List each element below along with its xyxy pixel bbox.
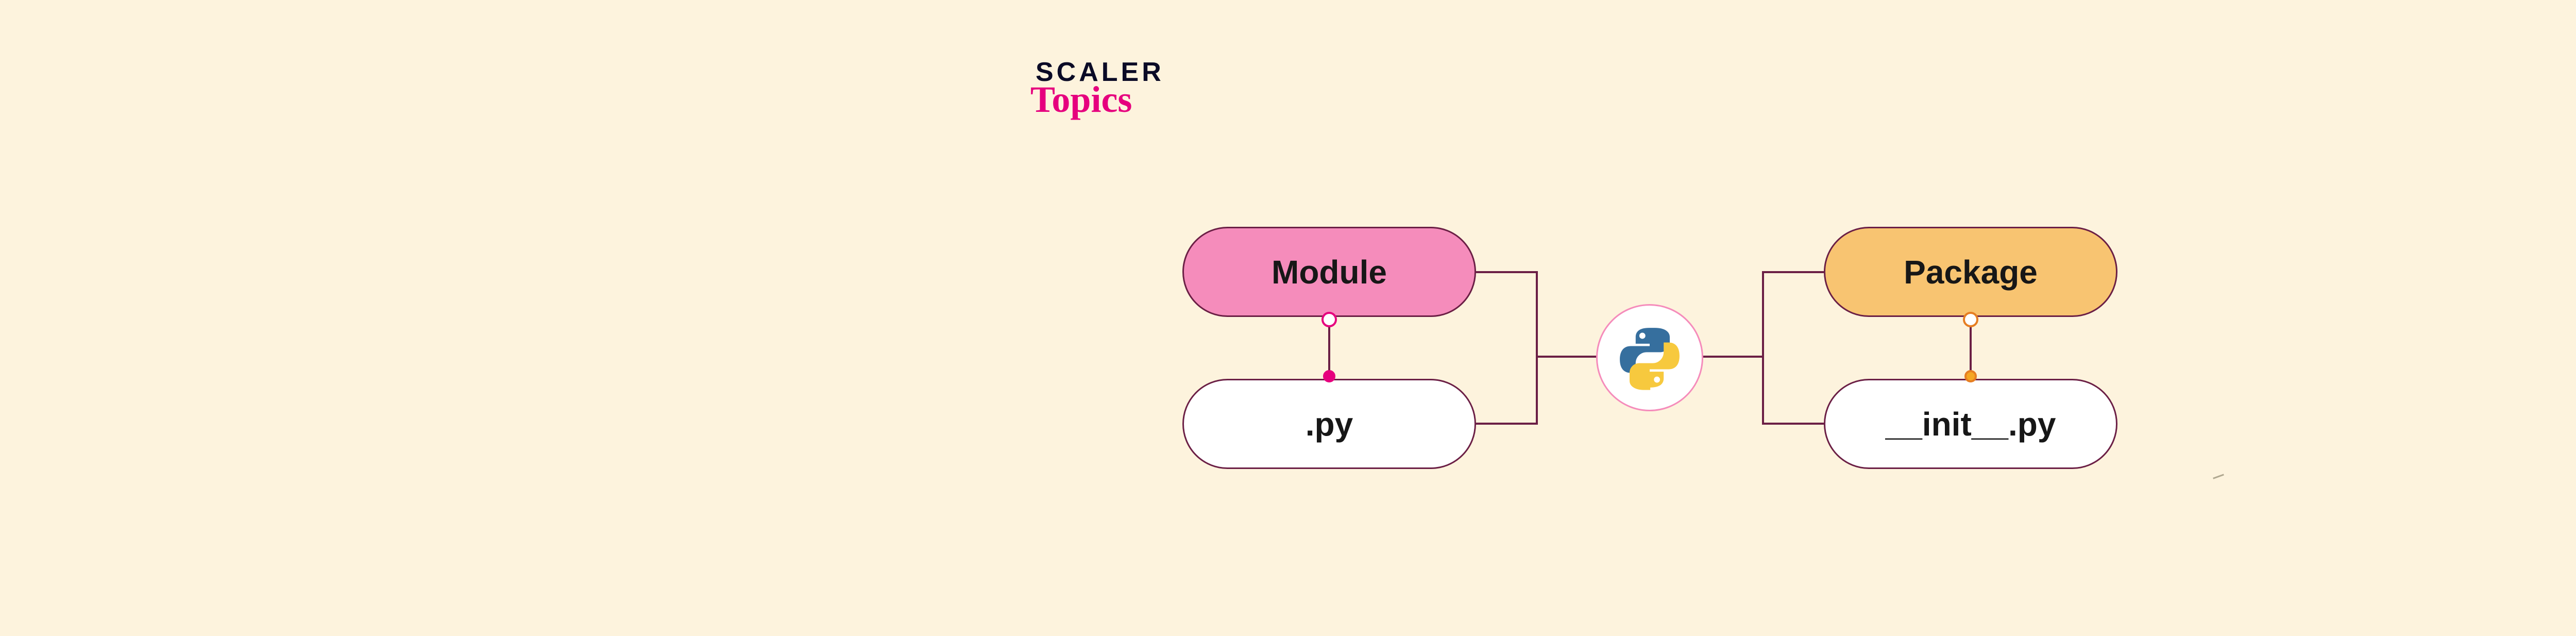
python-logo-circle [1596, 304, 1703, 411]
init-label: __init__.py [1886, 405, 2056, 443]
connector-line [1476, 423, 1538, 425]
package-pill: Package [1824, 227, 2117, 317]
package-label: Package [1904, 253, 2038, 291]
connector-node [1964, 370, 1977, 382]
module-pill: Module [1182, 227, 1476, 317]
connector-line [1702, 356, 1764, 358]
py-label: .py [1306, 405, 1353, 443]
connector-line [1762, 271, 1764, 425]
python-logo-icon [1616, 324, 1683, 391]
connector-node [1963, 312, 1978, 327]
init-pill: __init__.py [1824, 379, 2117, 469]
connector-node [1321, 312, 1337, 327]
logo-line-2: Topics [1030, 78, 1132, 121]
connector-line [1536, 356, 1598, 358]
connector-line [1476, 271, 1538, 273]
connector-line [1536, 271, 1538, 425]
connector-node [1323, 370, 1335, 382]
py-pill: .py [1182, 379, 1476, 469]
connector-line [1762, 271, 1824, 273]
module-label: Module [1272, 253, 1387, 291]
connector-line [1762, 423, 1824, 425]
diagram-canvas: SCALER Topics Module .py Package __init_… [0, 0, 2576, 636]
checkmark-icon [2211, 467, 2229, 486]
scaler-topics-logo: SCALER Topics [1036, 57, 1164, 121]
